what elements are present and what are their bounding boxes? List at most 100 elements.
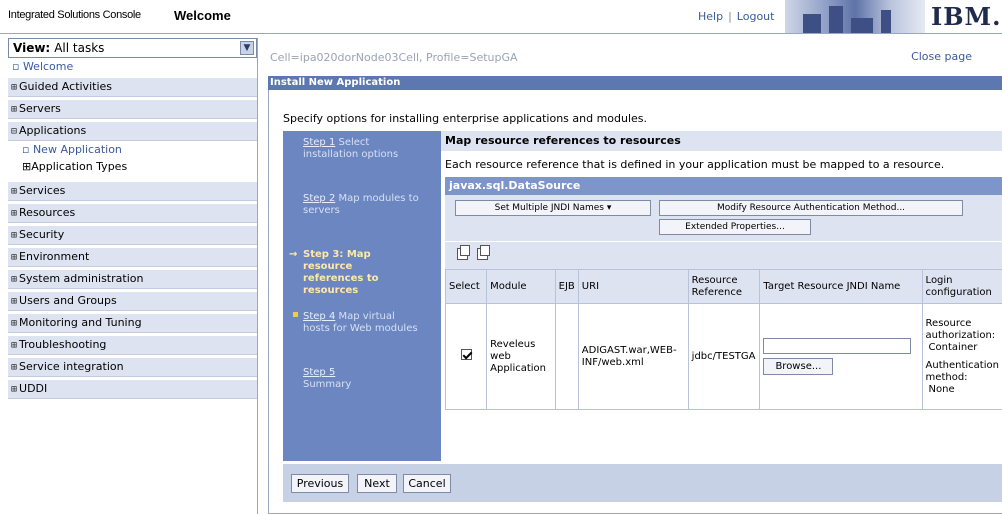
expand-icon: ⊞ <box>11 362 18 373</box>
login-config-cell: Resource authorization: Container Authen… <box>921 303 1002 410</box>
collapse-icon: ⊟ <box>11 126 18 137</box>
col-select: Select <box>444 269 488 304</box>
expand-icon: ⊞ <box>11 384 18 395</box>
nav-welcome-label: Welcome <box>22 60 74 73</box>
nav-system-administration-label: System administration <box>19 272 144 285</box>
expand-icon: ⊞ <box>11 340 18 351</box>
page-title: Welcome <box>174 8 231 23</box>
nav-applications-children: ▫ New Application ⊞Application Types <box>8 141 257 179</box>
step-4: Step 4 Map virtual hosts for Web modules <box>283 311 423 335</box>
col-module: Module <box>486 269 556 304</box>
nav-security[interactable]: ⊞ Security <box>8 226 257 245</box>
step-2: Step 2 Map modules to servers <box>283 193 423 217</box>
nav-applications[interactable]: ⊟ Applications <box>8 122 257 141</box>
nav-service-integration[interactable]: ⊞ Service integration <box>8 358 257 377</box>
next-button[interactable]: Next <box>357 474 397 493</box>
view-value[interactable]: All tasks <box>50 41 240 55</box>
nav-servers[interactable]: ⊞ Servers <box>8 100 257 119</box>
step-5-link[interactable]: Step 5 <box>303 367 335 378</box>
jndi-name-input[interactable] <box>763 338 912 354</box>
step-1-link[interactable]: Step 1 <box>303 137 335 148</box>
set-multiple-jndi-names-button[interactable]: Set Multiple JNDI Names ▾ <box>455 200 651 216</box>
nav-system-administration[interactable]: ⊞ System administration <box>8 270 257 289</box>
target-jndi-cell: Browse... <box>759 303 923 410</box>
datasource-header: javax.sql.DataSource <box>445 177 1002 195</box>
nav-uddi-label: UDDI <box>19 382 48 395</box>
expand-icon: ⊞ <box>11 230 18 241</box>
step-1: Step 1 Select installation options <box>283 137 423 161</box>
nav-services-label: Services <box>19 184 66 197</box>
nav-users-and-groups-label: Users and Groups <box>19 294 117 307</box>
ejb-cell <box>554 303 579 410</box>
table-row: Reveleus web Application ADIGAST.war,WEB… <box>444 303 1002 410</box>
link-separator: | <box>728 10 732 23</box>
step-3-text: Step 3: Map resource references to resou… <box>303 249 379 296</box>
deselect-all-icon[interactable] <box>477 245 490 260</box>
nav-new-application[interactable]: ▫ New Application <box>8 141 257 158</box>
previous-button[interactable]: Previous <box>291 474 349 493</box>
nav-services[interactable]: ⊞ Services <box>8 182 257 201</box>
step-5: Step 5 Summary <box>283 367 423 391</box>
breadcrumb-row: Cell=ipa020dorNode03Cell, Profile=SetupG… <box>268 38 1002 64</box>
nav-security-label: Security <box>19 228 65 241</box>
logout-link[interactable]: Logout <box>737 10 775 23</box>
module-cell: Reveleus web Application <box>486 303 556 410</box>
banner-image <box>785 0 925 33</box>
nav-monitoring-and-tuning[interactable]: ⊞ Monitoring and Tuning <box>8 314 257 333</box>
table-toolbar <box>445 241 1002 269</box>
top-links: Help | Logout <box>698 10 774 23</box>
nav-application-types[interactable]: ⊞Application Types <box>8 158 257 175</box>
modify-auth-method-button[interactable]: Modify Resource Authentication Method... <box>659 200 963 216</box>
help-link[interactable]: Help <box>698 10 723 23</box>
view-selector[interactable]: View: All tasks ▼ <box>8 38 257 58</box>
step-4-link[interactable]: Step 4 <box>303 311 335 322</box>
chevron-down-icon[interactable]: ▼ <box>240 41 254 55</box>
step-2-link[interactable]: Step 2 <box>303 193 335 204</box>
left-navigation: View: All tasks ▼ ▫ Welcome ⊞ Guided Acti… <box>8 38 258 514</box>
expand-icon: ⊞ <box>11 186 18 197</box>
nav-environment-label: Environment <box>19 250 90 263</box>
cancel-button[interactable]: Cancel <box>403 474 451 493</box>
extended-properties-button[interactable]: Extended Properties... <box>659 219 811 235</box>
login-resource-authorization-value: Container <box>928 341 978 353</box>
bullet-icon <box>293 312 298 317</box>
view-label: View: <box>13 41 51 55</box>
login-authentication-method-label: Authentication method: <box>925 359 999 383</box>
main-content: Cell=ipa020dorNode03Cell, Profile=SetupG… <box>268 38 1002 514</box>
nav-welcome[interactable]: ▫ Welcome <box>8 58 257 75</box>
expand-icon: ⊞ <box>11 104 18 115</box>
expand-icon: ⊞ <box>11 296 18 307</box>
console-title: Integrated Solutions Console <box>8 9 141 21</box>
login-authentication-method-value: None <box>928 383 955 395</box>
section-description: Each resource reference that is defined … <box>445 158 945 171</box>
nav-uddi[interactable]: ⊞ UDDI <box>8 380 257 399</box>
expand-icon: ⊞ <box>11 82 18 93</box>
nav-environment[interactable]: ⊞ Environment <box>8 248 257 267</box>
select-all-icon[interactable] <box>457 245 470 260</box>
nav-new-application-label: New Application <box>32 143 122 156</box>
uri-cell: ADIGAST.war,WEB-INF/web.xml <box>577 303 689 410</box>
top-header: Integrated Solutions Console Welcome Hel… <box>0 0 1002 34</box>
mapping-content: Map resource references to resources Eac… <box>441 131 1002 461</box>
section-heading: Map resource references to resources <box>441 131 1002 151</box>
col-ejb: EJB <box>554 269 579 304</box>
intro-text: Specify options for installing enterpris… <box>283 112 648 125</box>
login-resource-authorization-label: Resource authorization: <box>925 317 996 341</box>
nav-troubleshooting[interactable]: ⊞ Troubleshooting <box>8 336 257 355</box>
close-page-link[interactable]: Close page <box>911 50 972 63</box>
resource-mapping-table: Select Module EJB URI Resource Reference… <box>444 269 1002 410</box>
ibm-logo-box: IBM. <box>925 0 1002 33</box>
nav-application-types-label: Application Types <box>31 160 128 173</box>
browse-button[interactable]: Browse... <box>763 358 834 375</box>
nav-users-and-groups[interactable]: ⊞ Users and Groups <box>8 292 257 311</box>
nav-service-integration-label: Service integration <box>19 360 124 373</box>
expand-icon: ⊞ <box>22 160 32 173</box>
row-select-checkbox[interactable] <box>460 349 472 360</box>
nav-resources[interactable]: ⊞ Resources <box>8 204 257 223</box>
nav-guided-activities[interactable]: ⊞ Guided Activities <box>8 78 257 97</box>
install-panel: Specify options for installing enterpris… <box>268 90 1002 514</box>
current-step-arrow-icon: → <box>289 249 298 260</box>
wizard-steps: Step 1 Select installation options Step … <box>283 131 441 461</box>
nav-servers-label: Servers <box>19 102 61 115</box>
col-resource-reference: Resource Reference <box>687 269 761 304</box>
